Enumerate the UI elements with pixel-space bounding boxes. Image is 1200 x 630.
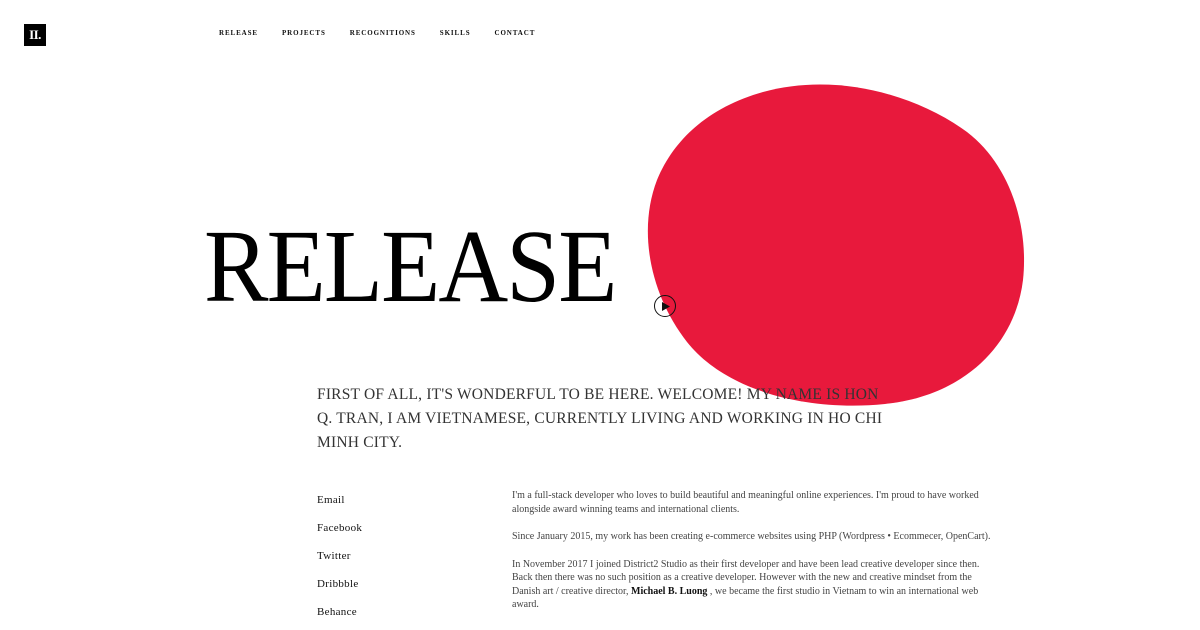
social-link-email[interactable]: Email (317, 493, 362, 521)
red-blob-shape (647, 84, 1025, 406)
social-link-twitter[interactable]: Twitter (317, 549, 362, 577)
nav-item-projects[interactable]: PROJECTS (282, 29, 326, 37)
social-links: Email Facebook Twitter Dribbble Behance (317, 493, 362, 630)
bio-section: I'm a full-stack developer who loves to … (512, 489, 994, 626)
bio-paragraph-2: Since January 2015, my work has been cre… (512, 531, 991, 542)
social-link-facebook[interactable]: Facebook (317, 521, 362, 549)
director-name: Michael B. Luong (631, 585, 708, 597)
nav-item-skills[interactable]: SKILLS (440, 29, 471, 37)
main-nav: RELEASE PROJECTS RECOGNITIONS SKILLS CON… (219, 29, 559, 37)
play-icon (662, 301, 670, 311)
bio-paragraph-3: In November 2017 I joined District2 Stud… (512, 558, 994, 612)
social-link-behance[interactable]: Behance (317, 605, 362, 630)
social-link-dribbble[interactable]: Dribbble (317, 577, 362, 605)
red-blob-path (647, 84, 1025, 406)
hero-title: RELEASE (204, 209, 617, 324)
nav-item-contact[interactable]: CONTACT (495, 29, 536, 37)
logo[interactable]: II. (24, 24, 46, 46)
play-button[interactable] (654, 295, 676, 317)
intro-text: FIRST OF ALL, IT'S WONDERFUL TO BE HERE.… (317, 386, 883, 451)
bio-paragraph-1: I'm a full-stack developer who loves to … (512, 490, 979, 515)
nav-item-recognitions[interactable]: RECOGNITIONS (350, 29, 416, 37)
nav-item-release[interactable]: RELEASE (219, 29, 258, 37)
